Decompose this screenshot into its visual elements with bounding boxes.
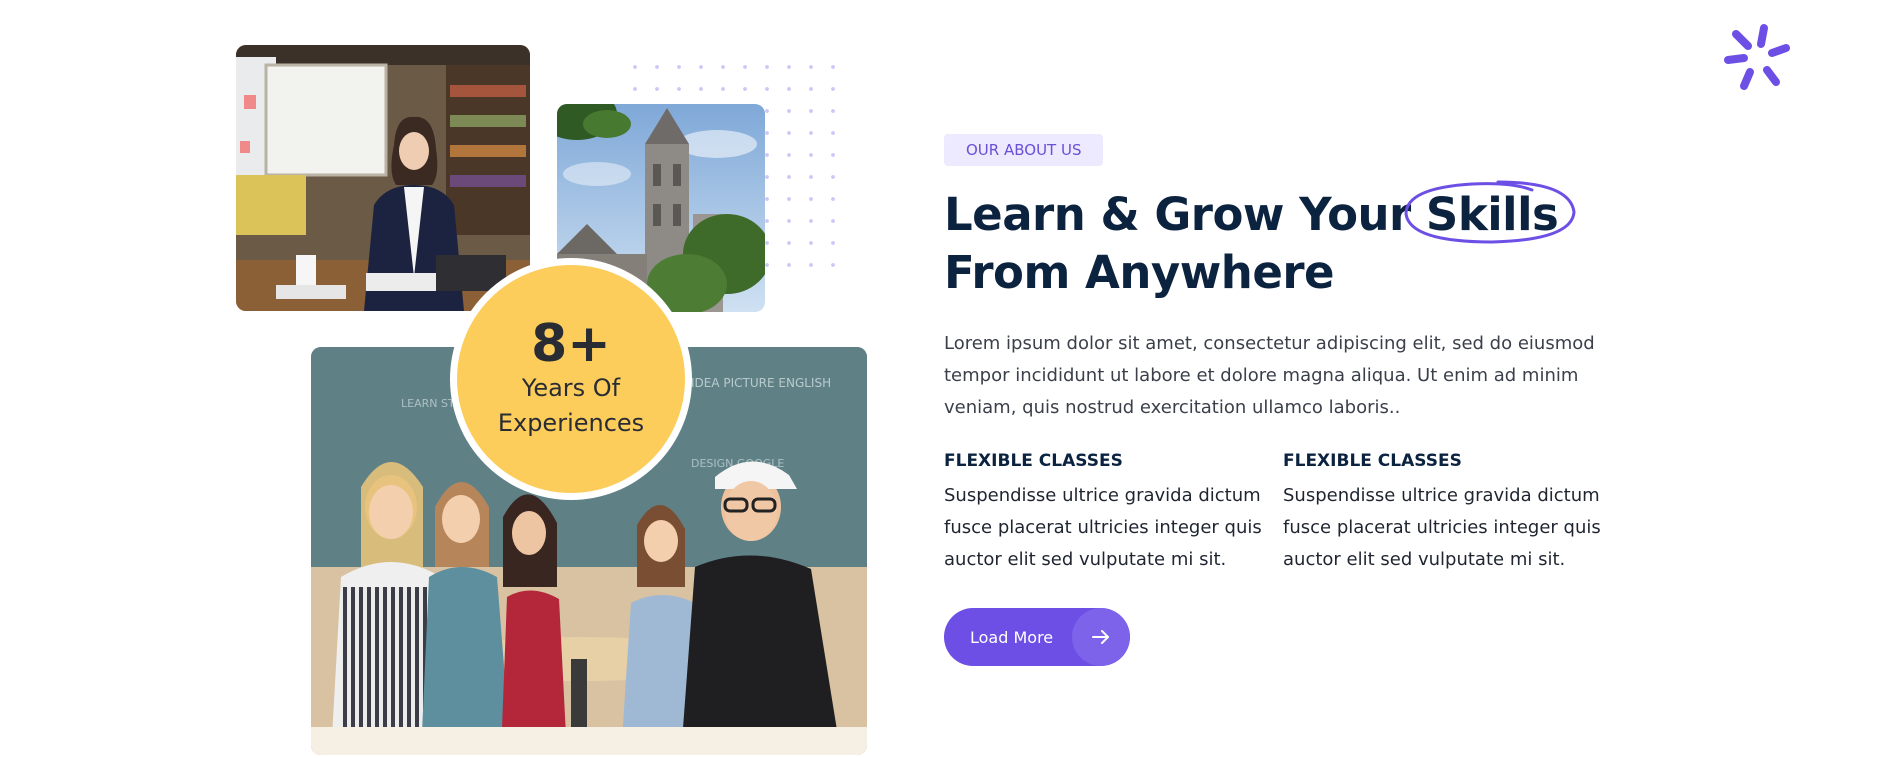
feature-item: FLEXIBLE CLASSES Suspendisse ultrice gra… bbox=[944, 450, 1264, 576]
arrow-right-icon bbox=[1072, 608, 1130, 666]
feature-item: FLEXIBLE CLASSES Suspendisse ultrice gra… bbox=[1283, 450, 1603, 576]
load-more-label: Load More bbox=[970, 627, 1054, 647]
section-badge: OUR ABOUT US bbox=[944, 134, 1104, 166]
heading-highlight-wrap: Skills bbox=[1404, 180, 1576, 244]
heading-part1: Learn & Grow Your bbox=[944, 188, 1426, 241]
heading-highlight: Skills bbox=[1425, 188, 1559, 241]
experience-number: 8+ bbox=[531, 314, 611, 374]
experience-label-line2: Experiences bbox=[497, 409, 645, 437]
feature-text: Suspendisse ultrice gravida dictum fusce… bbox=[944, 485, 1262, 570]
sparkle-icon bbox=[1724, 24, 1790, 90]
section-description: Lorem ipsum dolor sit amet, consectetur … bbox=[944, 333, 1595, 418]
feature-title: FLEXIBLE CLASSES bbox=[944, 451, 1123, 471]
feature-title: FLEXIBLE CLASSES bbox=[1283, 451, 1462, 471]
experience-label-line1: Years Of bbox=[521, 374, 621, 402]
teacher-photo bbox=[236, 45, 530, 311]
feature-text: Suspendisse ultrice gravida dictum fusce… bbox=[1283, 485, 1601, 570]
heading-part2: From Anywhere bbox=[944, 246, 1335, 299]
svg-text:IDEA PICTURE ENGLISH: IDEA PICTURE ENGLISH bbox=[691, 376, 831, 390]
load-more-button[interactable]: Load More bbox=[944, 608, 1130, 666]
section-heading: Learn & Grow Your Skills From Anywhere bbox=[944, 180, 1644, 302]
experience-badge: 8+ Years Of Experiences bbox=[450, 258, 692, 500]
